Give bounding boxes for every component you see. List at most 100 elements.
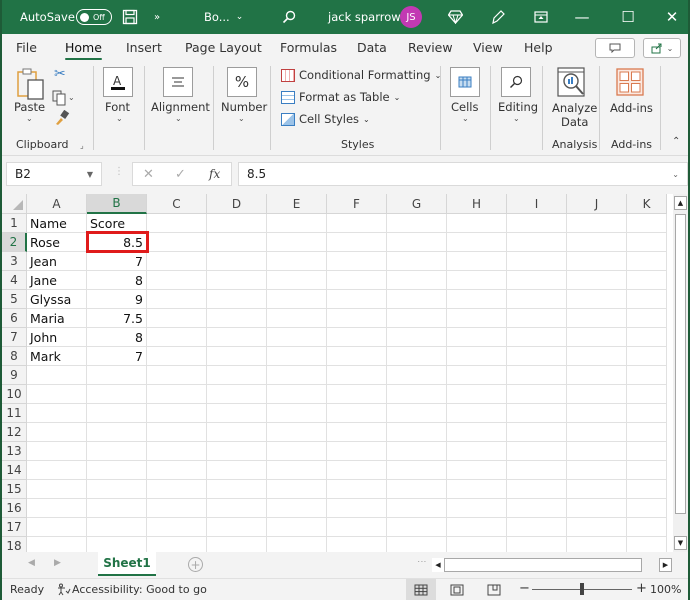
normal-view-button[interactable] (406, 579, 436, 600)
cell-g8[interactable] (387, 347, 447, 366)
cell-h2[interactable] (447, 233, 507, 252)
cell-f7[interactable] (327, 328, 387, 347)
cell-b14[interactable] (87, 461, 147, 480)
cell-b7[interactable]: 8 (87, 328, 147, 347)
cell-f6[interactable] (327, 309, 387, 328)
cell-e7[interactable] (267, 328, 327, 347)
cell-a2[interactable]: Rose (27, 233, 87, 252)
tab-insert[interactable]: Insert (126, 40, 162, 55)
cell-j10[interactable] (567, 385, 627, 404)
page-layout-view-button[interactable] (442, 579, 472, 600)
row-header-5[interactable]: 5 (2, 290, 27, 309)
cell-d9[interactable] (207, 366, 267, 385)
column-header-d[interactable]: D (207, 194, 267, 214)
add-sheet-button[interactable]: + (188, 557, 203, 572)
search-icon[interactable] (282, 0, 296, 34)
zoom-out-button[interactable]: − (519, 581, 530, 596)
cell-b2[interactable]: 8.5 (87, 233, 147, 252)
cell-e10[interactable] (267, 385, 327, 404)
column-header-g[interactable]: G (387, 194, 447, 214)
row-header-14[interactable]: 14 (2, 461, 27, 480)
cell-i6[interactable] (507, 309, 567, 328)
cell-f2[interactable] (327, 233, 387, 252)
column-header-c[interactable]: C (147, 194, 207, 214)
cell-h11[interactable] (447, 404, 507, 423)
cell-h9[interactable] (447, 366, 507, 385)
cell-c17[interactable] (147, 518, 207, 537)
row-header-6[interactable]: 6 (2, 309, 27, 328)
expand-formula-icon[interactable]: ⌄ (672, 170, 679, 179)
cell-d5[interactable] (207, 290, 267, 309)
autosave-toggle[interactable]: Off (76, 0, 112, 34)
cell-h1[interactable] (447, 214, 507, 233)
cell-i8[interactable] (507, 347, 567, 366)
save-icon[interactable] (122, 0, 138, 34)
cell-i1[interactable] (507, 214, 567, 233)
cell-g15[interactable] (387, 480, 447, 499)
cell-j14[interactable] (567, 461, 627, 480)
cell-c14[interactable] (147, 461, 207, 480)
cell-f17[interactable] (327, 518, 387, 537)
cell-b3[interactable]: 7 (87, 252, 147, 271)
cell-k6[interactable] (627, 309, 667, 328)
cell-g1[interactable] (387, 214, 447, 233)
cell-a16[interactable] (27, 499, 87, 518)
cell-i12[interactable] (507, 423, 567, 442)
cell-k10[interactable] (627, 385, 667, 404)
cell-h5[interactable] (447, 290, 507, 309)
cell-e8[interactable] (267, 347, 327, 366)
cell-h7[interactable] (447, 328, 507, 347)
cell-c6[interactable] (147, 309, 207, 328)
cell-j6[interactable] (567, 309, 627, 328)
number-group[interactable]: % Number ⌄ (214, 62, 270, 156)
cell-i15[interactable] (507, 480, 567, 499)
editing-group[interactable]: Editing ⌄ (491, 62, 541, 156)
zoom-in-button[interactable]: + (636, 581, 647, 596)
row-header-3[interactable]: 3 (2, 252, 27, 271)
cell-i9[interactable] (507, 366, 567, 385)
cell-g4[interactable] (387, 271, 447, 290)
cell-a13[interactable] (27, 442, 87, 461)
cell-j17[interactable] (567, 518, 627, 537)
cell-d2[interactable] (207, 233, 267, 252)
scroll-right-icon[interactable]: ▶ (659, 558, 672, 572)
enter-icon[interactable]: ✓ (175, 167, 186, 182)
cell-e4[interactable] (267, 271, 327, 290)
cell-k2[interactable] (627, 233, 667, 252)
cell-f1[interactable] (327, 214, 387, 233)
column-header-j[interactable]: J (567, 194, 627, 214)
cell-b12[interactable] (87, 423, 147, 442)
row-header-9[interactable]: 9 (2, 366, 27, 385)
scroll-up-icon[interactable]: ▲ (674, 196, 687, 210)
cell-k9[interactable] (627, 366, 667, 385)
horizontal-scrollbar[interactable]: ◀ (432, 558, 642, 572)
format-as-table-button[interactable]: Format as Table ⌄ (281, 90, 400, 104)
cell-b10[interactable] (87, 385, 147, 404)
cell-h4[interactable] (447, 271, 507, 290)
cell-i11[interactable] (507, 404, 567, 423)
insert-function-icon[interactable]: fx (209, 167, 220, 181)
cell-f8[interactable] (327, 347, 387, 366)
cell-f14[interactable] (327, 461, 387, 480)
cell-b1[interactable]: Score (87, 214, 147, 233)
cell-f13[interactable] (327, 442, 387, 461)
cell-g3[interactable] (387, 252, 447, 271)
cell-k4[interactable] (627, 271, 667, 290)
cell-b4[interactable]: 8 (87, 271, 147, 290)
cell-k7[interactable] (627, 328, 667, 347)
cell-j4[interactable] (567, 271, 627, 290)
cell-k12[interactable] (627, 423, 667, 442)
cell-d4[interactable] (207, 271, 267, 290)
cell-b13[interactable] (87, 442, 147, 461)
tab-home[interactable]: Home (65, 40, 102, 60)
cell-k11[interactable] (627, 404, 667, 423)
alignment-group[interactable]: Alignment ⌄ (145, 62, 213, 156)
cell-a14[interactable] (27, 461, 87, 480)
row-header-13[interactable]: 13 (2, 442, 27, 461)
column-header-i[interactable]: I (507, 194, 567, 214)
row-header-10[interactable]: 10 (2, 385, 27, 404)
cell-d12[interactable] (207, 423, 267, 442)
cell-a11[interactable] (27, 404, 87, 423)
cell-k5[interactable] (627, 290, 667, 309)
copy-icon[interactable]: ⌄ (52, 90, 75, 109)
